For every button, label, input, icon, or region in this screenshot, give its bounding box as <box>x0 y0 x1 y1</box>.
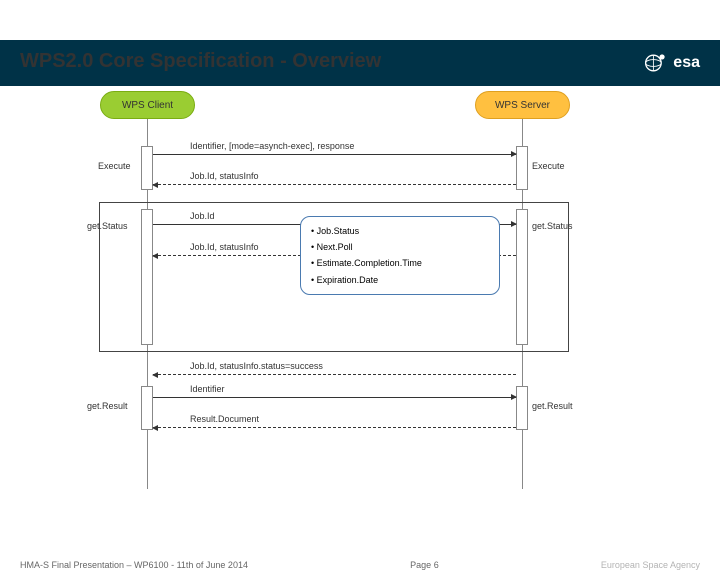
arrow-left-icon <box>153 184 516 185</box>
esa-logo-icon <box>643 50 669 76</box>
op-getstatus-right: get.Status <box>532 221 573 231</box>
footer: HMA-S Final Presentation – WP6100 - 11th… <box>0 560 720 570</box>
sequence-diagram: WPS Client WPS Server Execute Execute ge… <box>0 86 720 486</box>
msg-identifier-request: Identifier, [mode=asynch-exec], response <box>190 141 354 151</box>
status-callout: Job.Status Next.Poll Estimate.Completion… <box>300 216 500 295</box>
callout-item: Estimate.Completion.Time <box>311 255 489 271</box>
arrow-left-icon <box>153 427 516 428</box>
callout-item: Expiration.Date <box>311 272 489 288</box>
footer-left: HMA-S Final Presentation – WP6100 - 11th… <box>20 560 248 570</box>
msg-jobid: Job.Id <box>190 211 215 221</box>
activation-box <box>516 386 528 430</box>
op-getresult-right: get.Result <box>532 401 573 411</box>
activation-box <box>141 386 153 430</box>
footer-agency: European Space Agency <box>601 560 700 570</box>
op-getresult-left: get.Result <box>87 401 128 411</box>
page-title: WPS2.0 Core Specification - Overview <box>0 40 381 73</box>
participant-server: WPS Server <box>475 91 570 119</box>
arrow-right-icon <box>153 397 516 398</box>
op-execute-left: Execute <box>98 161 131 171</box>
op-execute-right: Execute <box>532 161 565 171</box>
msg-result-document: Result.Document <box>190 414 259 424</box>
arrow-left-icon <box>153 374 516 375</box>
msg-jobid-statusinfo: Job.Id, statusInfo <box>190 171 259 181</box>
activation-box <box>516 146 528 190</box>
esa-logo: esa <box>643 50 700 76</box>
header: WPS2.0 Core Specification - Overview esa <box>0 40 720 86</box>
callout-item: Next.Poll <box>311 239 489 255</box>
op-getstatus-left: get.Status <box>87 221 128 231</box>
participant-client: WPS Client <box>100 91 195 119</box>
msg-status-success: Job.Id, statusInfo.status=success <box>190 361 323 371</box>
page-number: Page 6 <box>410 560 439 570</box>
arrow-right-icon <box>153 154 516 155</box>
callout-item: Job.Status <box>311 223 489 239</box>
logo-text: esa <box>673 54 700 72</box>
msg-jobid-statusinfo-2: Job.Id, statusInfo <box>190 242 259 252</box>
msg-identifier: Identifier <box>190 384 225 394</box>
